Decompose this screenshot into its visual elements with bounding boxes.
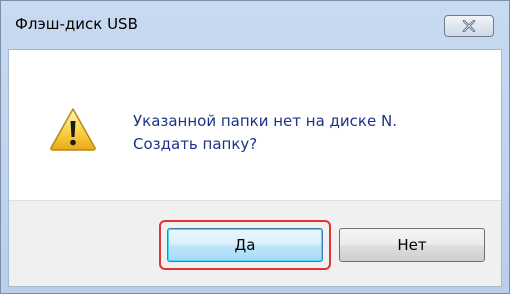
warning-icon bbox=[49, 107, 97, 151]
title-bar[interactable]: Флэш-диск USB bbox=[1, 1, 509, 49]
message-text: Указанной папки нет на диске N. Создать … bbox=[133, 110, 397, 156]
close-icon bbox=[462, 20, 476, 32]
window-title: Флэш-диск USB bbox=[15, 15, 138, 33]
button-bar: Да Нет bbox=[9, 200, 501, 286]
message-line-1: Указанной папки нет на диске N. bbox=[133, 112, 397, 130]
close-button[interactable] bbox=[444, 15, 494, 37]
dialog-body: Указанной папки нет на диске N. Создать … bbox=[8, 49, 502, 287]
yes-button[interactable]: Да bbox=[167, 228, 323, 262]
no-button[interactable]: Нет bbox=[339, 228, 485, 262]
dialog-window: Флэш-диск USB Указанной папки нет на дис… bbox=[0, 0, 510, 294]
message-area: Указанной папки нет на диске N. Создать … bbox=[9, 50, 501, 200]
message-line-2: Создать папку? bbox=[133, 135, 258, 153]
